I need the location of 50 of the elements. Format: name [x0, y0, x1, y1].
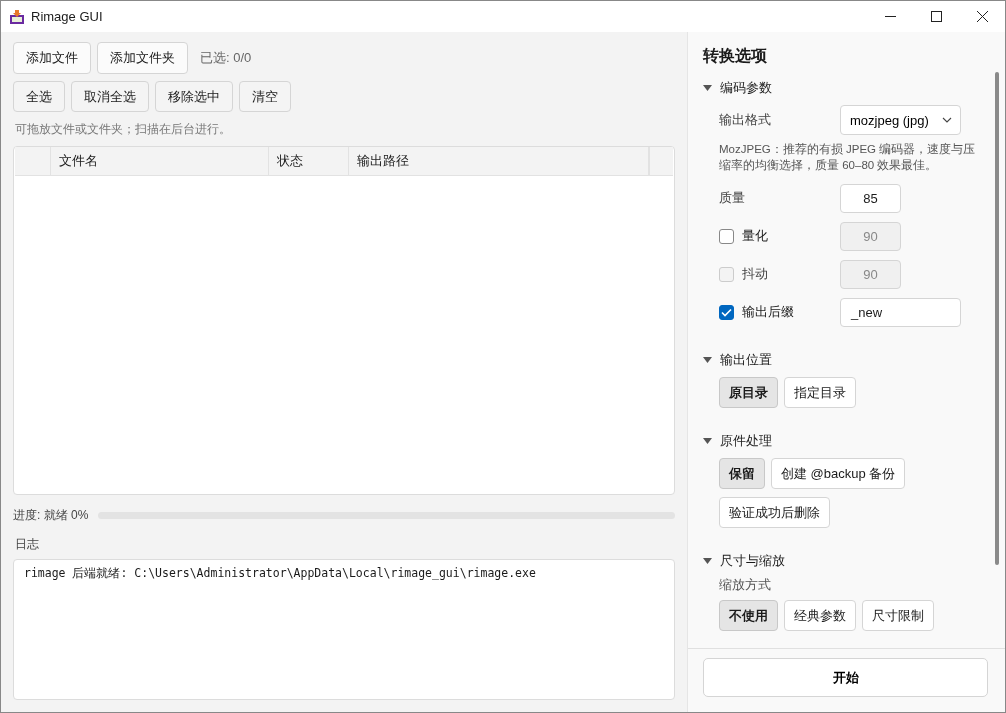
field-label: 缩放方式 [719, 576, 772, 594]
option-button[interactable]: 验证成功后删除 [719, 497, 830, 528]
option-button[interactable]: 原目录 [719, 377, 778, 408]
scrollbar[interactable] [995, 72, 999, 565]
app-icon [9, 8, 25, 25]
log-line: rimage 后端就绪: C:\Users\Administrator\AppData\Local\rimage_gui\rimage.exe [24, 566, 537, 581]
column-header[interactable]: 文件名 [51, 147, 269, 175]
section-header[interactable]: 原件处理 [703, 432, 987, 450]
expanded-icon [703, 85, 712, 91]
quality-field[interactable]: 85 [840, 183, 901, 213]
progress-label: 进度: 就绪 0% [13, 507, 89, 524]
selection-button[interactable]: 清空 [239, 81, 291, 112]
selection-button[interactable]: 全选 [13, 81, 65, 112]
section-header[interactable]: 尺寸与缩放 [703, 552, 987, 570]
format-dropdown[interactable]: mozjpeg (jpg) [840, 105, 961, 135]
option-button[interactable]: 创建 @backup 备份 [771, 458, 906, 489]
start-button[interactable]: 开始 [703, 658, 988, 697]
window-title: Rimage GUI [31, 9, 104, 24]
maximize-icon [930, 11, 942, 22]
panel-title: 转换选项 [703, 46, 768, 66]
selection-button[interactable]: 移除选中 [155, 81, 233, 112]
field-label: 输出格式 [719, 111, 772, 129]
input-field[interactable]: _new [840, 297, 961, 327]
hint-text: 可拖放文件或文件夹；扫描在后台进行。 [15, 121, 232, 138]
section-header[interactable]: 输出位置 [703, 351, 987, 369]
checkbox-label: 抖动 [742, 265, 768, 283]
log-label: 日志 [15, 536, 40, 553]
option-button[interactable]: 指定目录 [784, 377, 856, 408]
option-button[interactable]: 保留 [719, 458, 765, 489]
checkbox-label: 量化 [742, 227, 768, 245]
option-button[interactable]: 尺寸限制 [862, 600, 934, 631]
chevron-down-icon [942, 117, 952, 123]
expanded-icon [703, 558, 712, 564]
checkbox-label: 输出后缀 [742, 303, 794, 321]
selection-button[interactable]: 取消全选 [71, 81, 149, 112]
close-icon [976, 11, 988, 22]
section-header[interactable]: 编码参数 [703, 79, 987, 97]
checkbox[interactable] [719, 304, 734, 320]
expanded-icon [703, 438, 712, 444]
selected-count: 已选: 0/0 [200, 49, 252, 67]
field-label: 质量 [719, 189, 746, 207]
checkbox[interactable] [719, 228, 734, 244]
format-description: MozJPEG：推荐的有损 JPEG 编码器，速度与压缩率的均衡选择，质量 60–80 效果最佳。 [719, 142, 977, 173]
expanded-icon [703, 357, 712, 363]
option-button[interactable]: 经典参数 [784, 600, 856, 631]
add-button[interactable]: 添加文件夹 [97, 42, 188, 74]
column-header[interactable]: 状态 [269, 147, 349, 175]
option-button[interactable]: 不使用 [719, 600, 778, 631]
column-header[interactable]: 输出路径 [349, 147, 649, 175]
add-button[interactable]: 添加文件 [13, 42, 91, 74]
